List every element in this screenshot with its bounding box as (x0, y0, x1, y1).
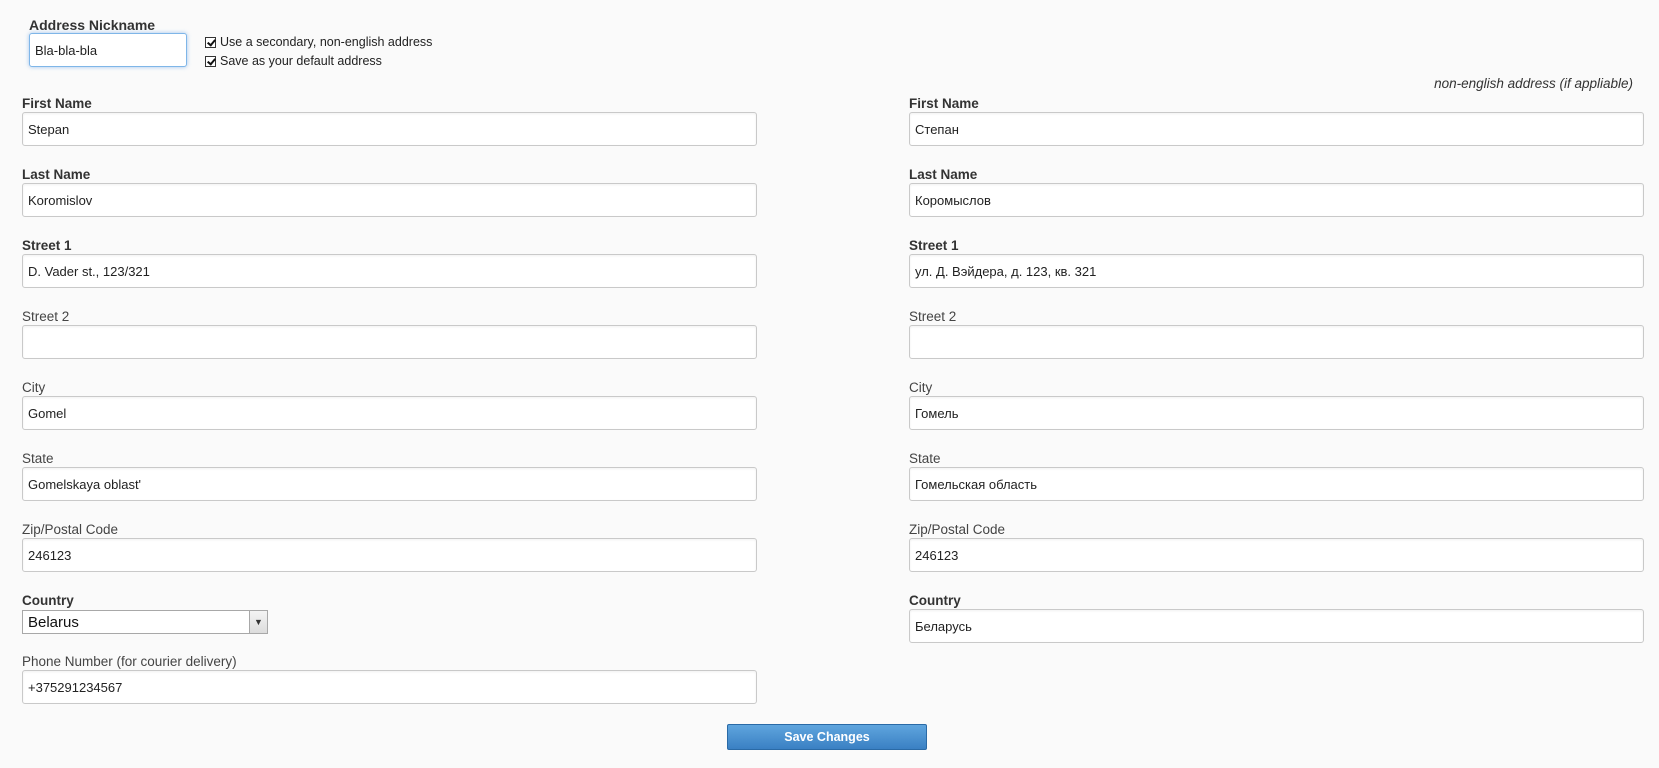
save-changes-button[interactable]: Save Changes (727, 724, 927, 750)
country-selected-value: Belarus (28, 613, 79, 631)
phone-input[interactable] (22, 670, 757, 704)
street1-label: Street 1 (22, 238, 72, 253)
first-name-input[interactable] (22, 112, 757, 146)
secondary-last-name-label: Last Name (909, 167, 978, 182)
address-nickname-input[interactable] (29, 33, 187, 67)
secondary-street2-label: Street 2 (909, 309, 957, 324)
non-english-note: non-english address (if appliable) (1434, 76, 1633, 91)
street2-label: Street 2 (22, 309, 70, 324)
default-address-option[interactable]: Save as your default address (205, 54, 382, 68)
secondary-address-checkbox[interactable] (205, 36, 216, 48)
street2-input[interactable] (22, 325, 757, 359)
secondary-city-label: City (909, 380, 933, 395)
secondary-street1-input[interactable] (909, 254, 1644, 288)
address-nickname-label: Address Nickname (29, 17, 156, 33)
default-address-label: Save as your default address (220, 54, 382, 68)
last-name-label: Last Name (22, 167, 91, 182)
secondary-first-name-input[interactable] (909, 112, 1644, 146)
zip-input[interactable] (22, 538, 757, 572)
zip-label: Zip/Postal Code (22, 522, 119, 537)
secondary-city-input[interactable] (909, 396, 1644, 430)
state-label: State (22, 451, 54, 466)
state-input[interactable] (22, 467, 757, 501)
phone-label: Phone Number (for courier delivery) (22, 654, 237, 669)
secondary-country-label: Country (909, 593, 961, 608)
secondary-last-name-input[interactable] (909, 183, 1644, 217)
secondary-first-name-label: First Name (909, 96, 979, 111)
default-address-checkbox[interactable] (205, 55, 216, 67)
secondary-address-option[interactable]: Use a secondary, non-english address (205, 35, 432, 49)
country-label: Country (22, 593, 74, 608)
secondary-street2-input[interactable] (909, 325, 1644, 359)
secondary-zip-input[interactable] (909, 538, 1644, 572)
street1-input[interactable] (22, 254, 757, 288)
secondary-country-input[interactable] (909, 609, 1644, 643)
secondary-address-label: Use a secondary, non-english address (220, 35, 433, 49)
secondary-zip-label: Zip/Postal Code (909, 522, 1006, 537)
country-select[interactable]: Belarus ▼ (22, 610, 268, 634)
last-name-input[interactable] (22, 183, 757, 217)
secondary-street1-label: Street 1 (909, 238, 959, 253)
first-name-label: First Name (22, 96, 92, 111)
secondary-state-input[interactable] (909, 467, 1644, 501)
city-input[interactable] (22, 396, 757, 430)
city-label: City (22, 380, 46, 395)
secondary-state-label: State (909, 451, 941, 466)
chevron-down-icon[interactable]: ▼ (249, 611, 267, 633)
